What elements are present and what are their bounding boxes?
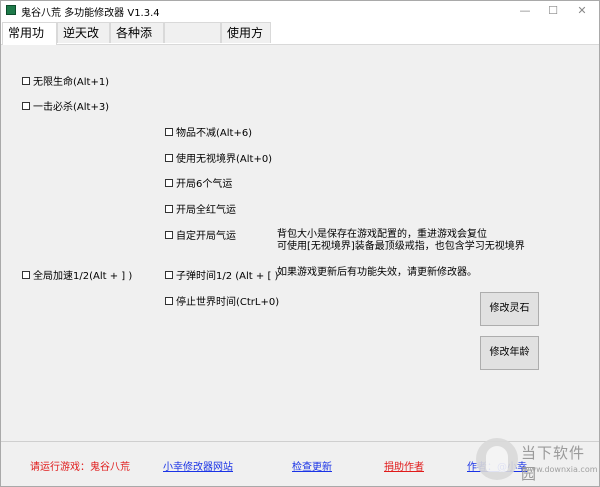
minimize-button[interactable]: — [511,1,539,20]
watermark-url: www.downxia.com [523,465,598,474]
checkbox-label: 物品不减(Alt+6) [176,128,253,139]
tab-common-functions[interactable]: 常用功能 [2,22,57,61]
modify-spirit-stone-button[interactable]: 修改灵石 [480,292,539,326]
checkbox-icon[interactable] [165,178,173,187]
tab-bar: 常用功能 逆天改命 各种添加 使用方法 [1,22,599,61]
checkbox-label: 停止世界时间(CtrL+0) [176,297,280,308]
checkbox-icon[interactable] [165,153,173,162]
note-update: 如果游戏更新后有功能失效，请更新修改器。 [277,267,477,278]
checkbox-icon[interactable] [165,127,173,136]
checkbox-icon[interactable] [165,204,173,213]
checkbox-bullet-time[interactable]: 子弹时间1/2 (Alt + [ ) [165,267,278,282]
checkbox-label: 子弹时间1/2 (Alt + [ ) [176,271,279,282]
checkbox-icon[interactable] [165,230,173,239]
checkbox-label: 使用无视境界(Alt+0) [176,154,273,165]
title-bar[interactable]: 鬼谷八荒 多功能修改器 V1.3.4 — ☐ ✕ [1,1,599,20]
checkbox-label: 无限生命(Alt+1) [33,77,110,88]
maximize-button[interactable]: ☐ [539,1,567,20]
checkbox-icon[interactable] [22,101,30,110]
checkbox-stop-world-time[interactable]: 停止世界时间(CtrL+0) [165,293,279,308]
app-icon [6,5,16,15]
checkbox-one-hit-kill[interactable]: 一击必杀(Alt+3) [22,98,109,113]
watermark: 当下软件园 www.downxia.com [476,438,598,484]
tab-add-items[interactable]: 各种添加 [110,22,164,61]
app-window: 鬼谷八荒 多功能修改器 V1.3.4 — ☐ ✕ 常用功能 逆天改命 各种添加 … [0,0,600,487]
note-ignore-realm: 可使用[无视境界]装备最顶级戒指，也包含学习无视境界 [277,241,525,252]
checkbox-icon[interactable] [22,76,30,85]
checkbox-label: 开局6个气运 [176,179,233,190]
tab-blank[interactable] [164,22,221,43]
window-title: 鬼谷八荒 多功能修改器 V1.3.4 [21,8,160,19]
logo-shape [486,446,508,472]
checkbox-ignore-realm[interactable]: 使用无视境界(Alt+0) [165,150,272,165]
checkbox-custom-fortunes[interactable]: 自定开局气运 [165,227,236,242]
tab-change-fate[interactable]: 逆天改命 [57,22,110,61]
checkbox-icon[interactable] [22,270,30,279]
checkbox-icon[interactable] [165,270,173,279]
checkbox-label: 一击必杀(Alt+3) [33,102,110,113]
checkbox-label: 自定开局气运 [176,231,236,242]
website-link[interactable]: 小幸修改器网站 [163,458,233,473]
downxia-logo-icon [476,438,518,480]
donate-link[interactable]: 捐助作者 [384,458,424,473]
checkbox-label: 全局加速1/2(Alt + ] ) [33,271,133,282]
checkbox-infinite-life[interactable]: 无限生命(Alt+1) [22,73,109,88]
checkbox-global-speed[interactable]: 全局加速1/2(Alt + ] ) [22,267,132,282]
run-game-status: 请运行游戏：鬼谷八荒 [30,462,130,473]
checkbox-items-not-decrease[interactable]: 物品不减(Alt+6) [165,124,252,139]
watermark-name: 当下软件园 [521,444,586,483]
checkbox-label: 开局全红气运 [176,205,236,216]
main-panel: 无限生命(Alt+1) 一击必杀(Alt+3) 全局加速1/2(Alt + ] … [1,45,599,441]
tab-usage[interactable]: 使用方法 [221,22,271,61]
check-update-link[interactable]: 检查更新 [292,458,332,473]
close-button[interactable]: ✕ [568,1,596,20]
checkbox-all-red-fortunes[interactable]: 开局全红气运 [165,201,236,216]
checkbox-six-fortunes[interactable]: 开局6个气运 [165,175,232,190]
modify-age-button[interactable]: 修改年龄 [480,336,539,370]
checkbox-icon[interactable] [165,296,173,305]
